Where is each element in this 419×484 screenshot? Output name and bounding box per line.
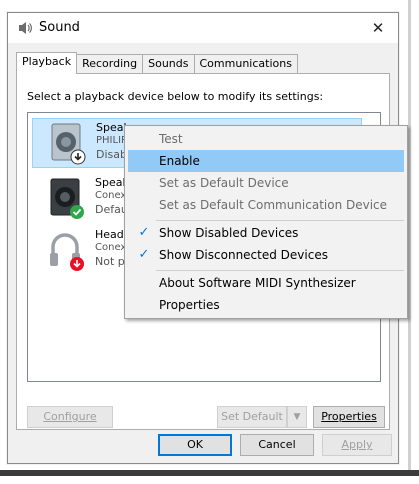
menu-item-enable[interactable]: Enable (128, 150, 404, 172)
menu-item-label: Show Disabled Devices (159, 226, 299, 240)
tab-bar: Playback Recording Sounds Communications (16, 52, 298, 74)
menu-separator (156, 220, 404, 221)
taskbar-edge (0, 470, 419, 476)
instruction-text: Select a playback device below to modify… (27, 90, 324, 103)
menu-item-about-midi[interactable]: About Software MIDI Synthesizer (128, 272, 404, 294)
menu-item-set-default-communication[interactable]: Set as Default Communication Device (128, 194, 404, 216)
menu-item-show-disconnected-devices[interactable]: ✓ Show Disconnected Devices (128, 244, 404, 266)
tab-communications[interactable]: Communications (193, 54, 298, 74)
set-default-label: Set Default (221, 410, 283, 423)
tab-playback[interactable]: Playback (16, 52, 78, 74)
properties-button[interactable]: Properties (313, 406, 385, 428)
close-icon: ✕ (371, 19, 385, 37)
set-default-dropdown[interactable]: ▼ (287, 406, 307, 428)
context-menu: Test Enable Set as Default Device Set as… (124, 125, 408, 319)
cancel-button[interactable]: Cancel (240, 434, 314, 456)
speaker-device-icon (50, 178, 84, 219)
title-bar[interactable]: Sound ✕ (8, 13, 398, 43)
menu-item-show-disabled-devices[interactable]: ✓ Show Disabled Devices (128, 222, 404, 244)
menu-item-properties[interactable]: Properties (128, 294, 404, 316)
window-edge (408, 0, 411, 470)
speaker-device-icon (51, 123, 86, 165)
tab-recording[interactable]: Recording (76, 54, 144, 74)
set-default-button[interactable]: Set Default (217, 406, 287, 428)
configure-button[interactable]: Configure (27, 406, 113, 428)
window-title: Sound (39, 20, 80, 35)
chevron-down-icon: ▼ (293, 412, 301, 422)
check-icon: ✓ (138, 247, 150, 262)
tab-sounds[interactable]: Sounds (142, 54, 195, 74)
properties-label: Properties (321, 410, 377, 423)
speaker-icon (19, 22, 32, 34)
check-icon: ✓ (138, 225, 150, 240)
apply-label: Apply (341, 438, 373, 451)
configure-label: Configure (43, 410, 97, 423)
menu-item-set-default-device[interactable]: Set as Default Device (128, 172, 404, 194)
menu-item-test[interactable]: Test (128, 128, 404, 150)
menu-item-label: Show Disconnected Devices (159, 248, 328, 262)
headphones-icon (50, 233, 84, 271)
ok-button[interactable]: OK (158, 434, 232, 456)
menu-separator (156, 270, 404, 271)
apply-button[interactable]: Apply (322, 434, 392, 456)
close-button[interactable]: ✕ (358, 13, 398, 43)
